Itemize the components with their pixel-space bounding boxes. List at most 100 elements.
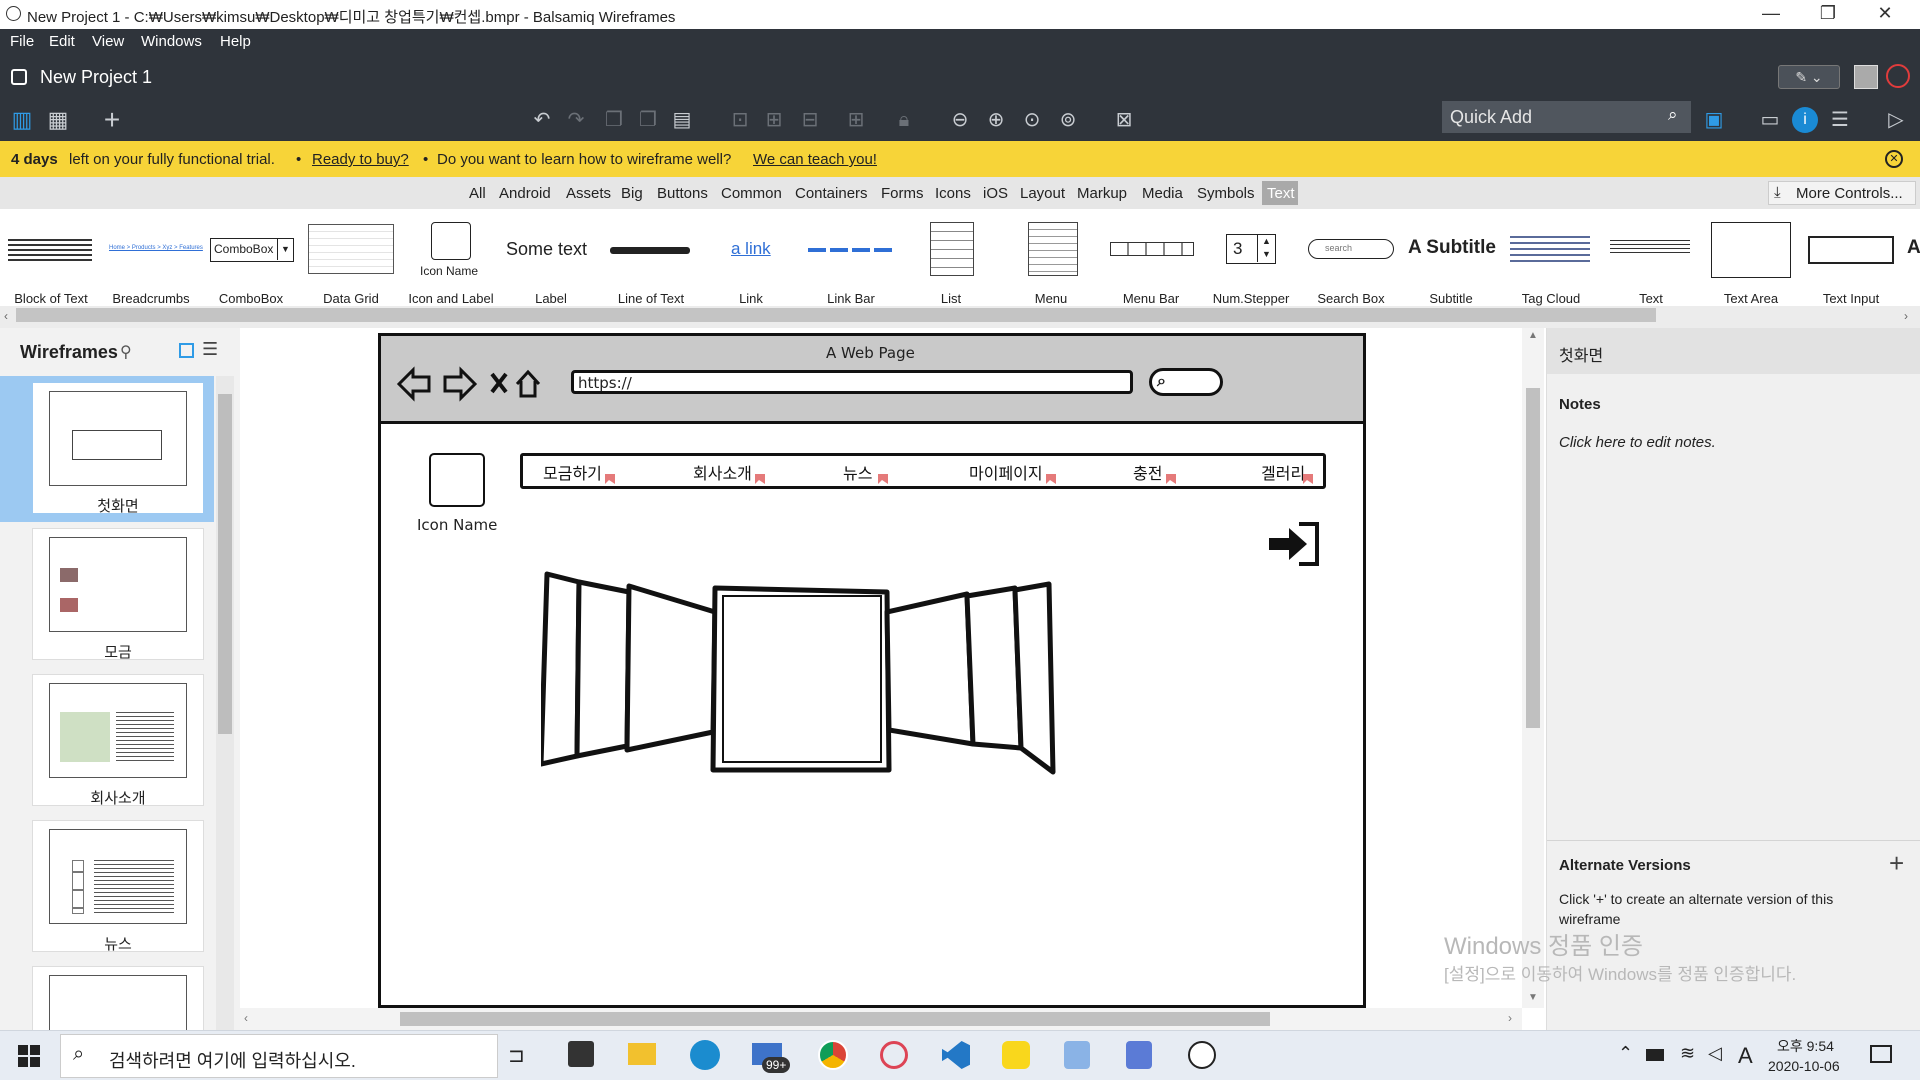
label-preview[interactable]: Some text (506, 239, 587, 260)
nav-item-charge[interactable]: 충전 (1133, 460, 1162, 484)
user-avatar[interactable] (1854, 65, 1878, 89)
browser-window-mockup[interactable]: A Web Page https:// ⌕ Icon Name 모금하기 회사소… (378, 333, 1366, 1008)
fit-icon[interactable]: ⊚ (1054, 107, 1082, 133)
scroll-left-icon[interactable]: ‹ (244, 1011, 248, 1025)
nav-item-donate[interactable]: 모금하기 (543, 460, 602, 484)
info-icon[interactable]: i (1792, 107, 1818, 133)
block-of-text-preview[interactable] (8, 239, 92, 261)
list-view-icon[interactable]: ☰ (202, 339, 218, 360)
sign-in-icon[interactable] (1267, 520, 1321, 568)
actual-size-icon[interactable]: ⊙ (1018, 107, 1046, 133)
canvas-vscroll-thumb[interactable] (1526, 388, 1540, 728)
thumbnail-view-icon[interactable] (179, 343, 194, 358)
copy-icon[interactable]: ❐ (600, 107, 628, 133)
delete-icon[interactable]: ⊠ (1110, 107, 1138, 133)
tab-layout[interactable]: Layout (1020, 185, 1065, 202)
paint-app-icon[interactable] (880, 1041, 908, 1069)
wifi-icon[interactable]: ≋ (1680, 1043, 1695, 1064)
windows-start-icon[interactable] (18, 1045, 40, 1067)
palette-scroll-thumb[interactable] (16, 308, 1656, 322)
quick-add-box[interactable]: Quick Add ⌕ (1442, 101, 1691, 133)
tab-containers[interactable]: Containers (795, 185, 868, 202)
num-stepper-preview[interactable]: 3 ▲ ▼ (1226, 234, 1276, 264)
close-button[interactable]: ✕ (1862, 3, 1908, 27)
notification-icon[interactable] (1870, 1045, 1892, 1063)
file-explorer-icon[interactable] (628, 1043, 656, 1065)
link-bar-preview[interactable] (808, 248, 894, 252)
link-preview[interactable]: a link (731, 239, 771, 259)
tab-markup[interactable]: Markup (1077, 185, 1127, 202)
nav-item-news[interactable]: 뉴스 (843, 460, 872, 484)
minimize-button[interactable]: — (1748, 3, 1794, 27)
menu-view[interactable]: View (92, 33, 124, 50)
nav-item-mypage[interactable]: 마이페이지 (969, 460, 1043, 484)
teach-link[interactable]: We can teach you! (753, 151, 877, 168)
volume-icon[interactable]: ◁ (1708, 1043, 1722, 1064)
thumb-scrollbar[interactable] (216, 376, 234, 1030)
tab-forms[interactable]: Forms (881, 185, 924, 202)
zoom-in-icon[interactable]: ⊕ (982, 107, 1010, 133)
clock-date[interactable]: 2020-10-06 (1768, 1058, 1840, 1074)
scroll-right-icon[interactable]: › (1904, 309, 1908, 323)
presentation-icon[interactable]: ▷ (1882, 107, 1910, 133)
clock-time[interactable]: 오후 9:54 (1777, 1036, 1834, 1056)
scroll-down-icon[interactable]: ▼ (1528, 992, 1538, 1003)
cover-flow-mockup[interactable] (541, 568, 1181, 778)
nav-item-about[interactable]: 회사소개 (693, 460, 752, 484)
site-nav-bar[interactable]: 모금하기 회사소개 뉴스 마이페이지 충전 겔러리 (520, 453, 1326, 489)
menu-windows[interactable]: Windows (141, 33, 202, 50)
palette-scrollbar[interactable]: ‹ › (0, 306, 1920, 328)
quick-add-input[interactable]: Quick Add (1450, 107, 1532, 128)
line-of-text-preview[interactable] (610, 247, 690, 254)
tab-android[interactable]: Android (499, 185, 551, 202)
taskbar-search-input[interactable]: 검색하려면 여기에 입력하십시오. (109, 1047, 356, 1073)
tab-ios[interactable]: iOS (983, 185, 1008, 202)
comments-icon[interactable]: ▭ (1756, 107, 1784, 133)
browser-search-field[interactable]: ⌕ (1149, 368, 1223, 396)
scroll-left-icon[interactable]: ‹ (4, 309, 8, 323)
app-icon-blue-2[interactable] (1126, 1041, 1152, 1069)
add-icon[interactable]: + (98, 106, 126, 134)
search-box-preview[interactable]: search (1308, 239, 1394, 259)
feedback-icon[interactable] (1886, 64, 1910, 88)
ungroup-icon[interactable]: ⊞ (760, 107, 788, 133)
edge-browser-icon[interactable] (690, 1040, 720, 1070)
search-icon[interactable]: ⌕ (1668, 105, 1678, 125)
list-preview[interactable] (930, 222, 974, 276)
balsamiq-taskbar-icon[interactable] (1188, 1041, 1216, 1069)
markup-toggle-icon[interactable]: ▣ (1700, 107, 1728, 133)
wireframe-thumb-home[interactable]: 첫화면 (32, 382, 204, 515)
add-version-button[interactable]: + (1889, 848, 1904, 879)
ime-indicator[interactable]: A (1738, 1043, 1753, 1069)
wireframe-thumb-donate[interactable]: 모금 (32, 528, 204, 661)
undo-icon[interactable]: ↶ (528, 107, 556, 133)
restore-button[interactable]: ❐ (1805, 3, 1851, 27)
tab-common[interactable]: Common (721, 185, 782, 202)
wireframe-thumb-news[interactable]: 뉴스 (32, 820, 204, 953)
text-preview[interactable] (1610, 240, 1690, 254)
redo-icon[interactable]: ↷ (562, 107, 590, 133)
wireframe-thumb-about[interactable]: 회사소개 (32, 674, 204, 807)
menu-edit[interactable]: Edit (49, 33, 75, 50)
arrange-icon[interactable]: ⊞ (842, 107, 870, 133)
canvas-horizontal-scrollbar[interactable]: ‹ › (240, 1008, 1522, 1030)
store-app-icon[interactable] (568, 1041, 594, 1067)
group-icon[interactable]: ⊡ (726, 107, 754, 133)
breadcrumbs-preview[interactable]: Home > Products > Xyz > Features (109, 245, 203, 251)
lock-icon[interactable]: 🔒︎ (890, 107, 918, 133)
app-icon-blue-1[interactable] (1064, 1041, 1090, 1069)
kakaotalk-icon[interactable] (1002, 1041, 1030, 1069)
combobox-preview[interactable]: ComboBox ▼ (210, 238, 294, 262)
text-input-preview[interactable] (1808, 236, 1894, 264)
battery-icon[interactable] (1646, 1049, 1664, 1061)
tab-symbols[interactable]: Symbols (1197, 185, 1255, 202)
tag-cloud-preview[interactable] (1510, 236, 1590, 262)
tab-assets[interactable]: Assets (566, 185, 611, 202)
canvas-vertical-scrollbar[interactable]: ▲ ▼ (1522, 328, 1544, 1008)
buy-link[interactable]: Ready to buy? (312, 151, 409, 168)
edit-mode-button[interactable]: ✎ ⌄ (1778, 65, 1840, 89)
paste-icon[interactable]: ▤ (668, 107, 696, 133)
scroll-right-icon[interactable]: › (1508, 1011, 1512, 1025)
tab-big[interactable]: Big (621, 185, 643, 202)
duplicate-icon[interactable]: ❐ (634, 107, 662, 133)
